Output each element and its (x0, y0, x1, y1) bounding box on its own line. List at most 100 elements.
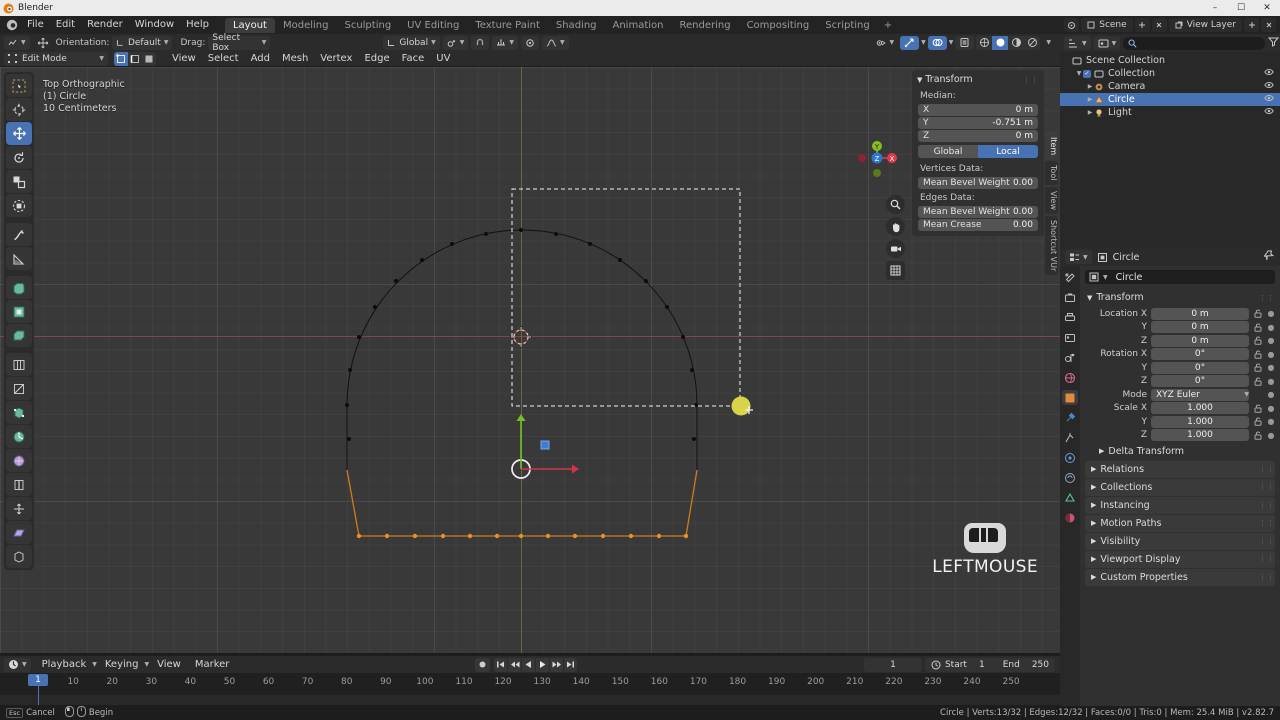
tab-material[interactable] (1062, 510, 1078, 525)
tool-extrude[interactable] (6, 276, 32, 299)
tool-cursor[interactable] (6, 98, 32, 121)
outliner-row-collection[interactable]: ▼ ✓ Collection (1060, 67, 1280, 80)
start-frame-value[interactable]: 1 (979, 660, 985, 670)
np-row[interactable]: Mean Crease 0.00 (918, 219, 1038, 231)
jump-to-start-button[interactable] (494, 657, 507, 672)
tab-constraints[interactable] (1062, 470, 1078, 485)
tab-object-data[interactable] (1062, 490, 1078, 505)
new-view-layer-button[interactable] (1244, 18, 1259, 32)
collection-checkbox[interactable]: ✓ (1083, 69, 1091, 78)
viewport-menu-mesh[interactable]: Mesh (276, 52, 314, 66)
np-row[interactable]: Mean Bevel Weight 0.00 (918, 177, 1038, 189)
close-button[interactable]: ✕ (1254, 0, 1280, 16)
local-toggle-button[interactable]: Local (978, 145, 1038, 158)
display-mode-selector[interactable]: ▼ (1093, 36, 1121, 50)
tab-tool[interactable] (1062, 270, 1078, 285)
disclosure-triangle-icon[interactable]: ▼ (1075, 70, 1083, 77)
lock-icon[interactable] (1253, 417, 1263, 426)
vertex-select-mode-button[interactable] (114, 51, 128, 66)
drag-dropdown[interactable]: Select Box ▼ (208, 33, 271, 53)
next-keyframe-button[interactable] (550, 657, 563, 672)
disclosure-triangle-icon[interactable]: ▶ (1086, 109, 1094, 116)
np-row[interactable]: Z 0 m (918, 130, 1038, 142)
playhead-label[interactable]: 1 (28, 674, 48, 686)
tool-shrink-fatten[interactable] (6, 497, 32, 520)
lock-icon[interactable] (1253, 336, 1263, 345)
tab-render[interactable] (1062, 290, 1078, 305)
tool-loop-cut[interactable] (6, 353, 32, 376)
tool-bevel[interactable] (6, 324, 32, 347)
n-panel-tab-tool[interactable]: Tool (1045, 161, 1058, 185)
scene-selector[interactable]: Scene (1081, 18, 1133, 32)
visibility-dropdown[interactable]: ▼ (872, 36, 899, 50)
np-row[interactable]: Mean Bevel Weight 0.00 (918, 206, 1038, 218)
tab-modifiers[interactable] (1062, 410, 1078, 425)
timeline-ruler[interactable]: 10 20 30 40 50 60 70 80 90 100 110 120 130 140 150 160 1… (0, 673, 1060, 695)
timeline-menu-view[interactable]: View (151, 658, 187, 672)
tool-spin[interactable] (6, 425, 32, 448)
proportional-editing-toggle[interactable] (520, 35, 539, 50)
workspace-tab-uv-editing[interactable]: UV Editing (399, 18, 467, 33)
camera-icon[interactable] (886, 239, 905, 258)
filter-icon[interactable] (1268, 36, 1280, 50)
animate-property-dot[interactable]: ● (1267, 323, 1275, 332)
workspace-tab-texture-paint[interactable]: Texture Paint (467, 18, 548, 33)
outliner-editor-type-selector[interactable]: ▼ (1064, 36, 1091, 50)
gizmo-toggle-button[interactable] (900, 35, 920, 50)
outliner-row-scene-collection[interactable]: Scene Collection (1060, 54, 1280, 67)
menu-window[interactable]: Window (129, 17, 180, 33)
play-button[interactable] (536, 657, 549, 672)
workspace-tab-scripting[interactable]: Scripting (817, 18, 877, 33)
timeline-menu-marker[interactable]: Marker (189, 658, 236, 672)
properties-section-collections[interactable]: ▶ Collections ⋮⋮ (1085, 478, 1275, 496)
pin-icon[interactable] (1263, 250, 1275, 264)
record-keyframe-button[interactable] (475, 657, 490, 672)
snap-settings-dropdown[interactable]: ▼ (492, 35, 518, 50)
viewport-menu-face[interactable]: Face (396, 52, 431, 66)
animate-property-dot[interactable]: ● (1267, 404, 1275, 413)
tool-knife[interactable] (6, 377, 32, 400)
material-preview-button[interactable] (1008, 35, 1025, 50)
properties-section-motion-paths[interactable]: ▶ Motion Paths ⋮⋮ (1085, 514, 1275, 532)
tool-rotate[interactable] (6, 146, 32, 169)
tool-annotate[interactable] (6, 223, 32, 246)
animate-property-dot[interactable]: ● (1267, 350, 1275, 359)
properties-section-relations[interactable]: ▶ Relations ⋮⋮ (1085, 460, 1275, 478)
property-value-field[interactable]: 0° (1151, 375, 1249, 387)
play-reverse-button[interactable] (522, 657, 535, 672)
navigation-gizmo[interactable]: Y Z X (852, 133, 902, 183)
workspace-tab-rendering[interactable]: Rendering (671, 18, 738, 33)
eye-icon[interactable] (1264, 80, 1274, 93)
shading-options-dropdown[interactable]: ▼ (1042, 36, 1055, 50)
tab-scene[interactable] (1062, 350, 1078, 365)
tab-physics[interactable] (1062, 450, 1078, 465)
n-panel-tab-view[interactable]: View (1045, 186, 1058, 214)
previous-keyframe-button[interactable] (508, 657, 521, 672)
properties-editor-type-selector[interactable]: ▼ (1065, 250, 1092, 264)
viewport-menu-select[interactable]: Select (202, 52, 245, 66)
property-value-field[interactable]: 1.000 (1151, 429, 1249, 441)
lock-icon[interactable] (1253, 350, 1263, 359)
lock-icon[interactable] (1253, 323, 1263, 332)
wireframe-shading-button[interactable] (976, 35, 993, 50)
tool-inset[interactable] (6, 300, 32, 323)
timeline-menu-keying[interactable]: Keying (99, 658, 145, 672)
outliner-row-camera[interactable]: ▶ Camera (1060, 80, 1280, 93)
workspace-tab-modeling[interactable]: Modeling (275, 18, 337, 33)
hand-icon[interactable] (886, 217, 905, 236)
tool-scale[interactable] (6, 170, 32, 193)
editor-type-selector[interactable]: ▼ (4, 35, 30, 50)
n-panel-tab-shortcut-vur[interactable]: Shortcut VUr (1045, 215, 1058, 275)
animate-property-dot[interactable]: ● (1267, 431, 1275, 440)
property-value-field[interactable]: 1.000 (1151, 402, 1249, 414)
properties-section-viewport-display[interactable]: ▶ Viewport Display ⋮⋮ (1085, 550, 1275, 568)
lock-icon[interactable] (1253, 363, 1263, 372)
workspace-tab-+[interactable]: + (878, 18, 898, 33)
lock-icon[interactable] (1253, 309, 1263, 318)
snap-toggle-button[interactable] (471, 35, 490, 50)
disclosure-triangle-icon[interactable]: ▶ (1086, 83, 1094, 90)
timeline-editor-type-selector[interactable]: ▼ (4, 657, 31, 672)
timeline-body[interactable] (0, 695, 1060, 705)
rendered-shading-button[interactable] (1024, 35, 1041, 50)
tab-view-layer[interactable] (1062, 330, 1078, 345)
